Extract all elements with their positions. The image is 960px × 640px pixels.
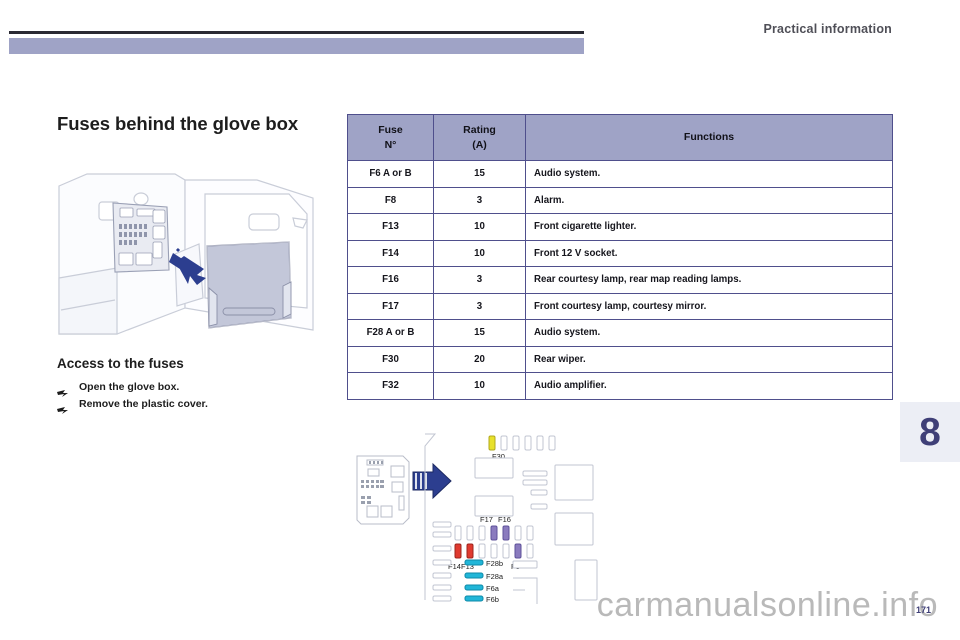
cell-fuse-number: F28 A or B	[347, 319, 434, 347]
page-title: Fuses behind the glove box	[57, 113, 299, 134]
fuse-F17	[490, 525, 498, 541]
cell-fuse-number: F32	[347, 372, 434, 400]
fuse-F28b	[464, 559, 484, 566]
table-row: F16 3 Rear courtesy lamp, rear map reading…	[347, 266, 893, 294]
table-row: F14 10 Front 12 V socket.	[347, 239, 893, 267]
table-row: F32 10 Audio amplifier.	[347, 372, 893, 400]
chapter-number: 8	[919, 410, 941, 454]
table-row: F6 A or B 15 Audio system.	[347, 160, 893, 188]
fuse-label-F6b: F6b	[486, 595, 499, 604]
cell-functions: Audio system.	[525, 319, 893, 347]
table-row: F28 A or B 15 Audio system.	[347, 319, 893, 347]
fuse-F6a	[464, 584, 484, 591]
column-header-line1: Fuse	[378, 124, 403, 137]
step-text: Open the glove box.	[79, 381, 180, 393]
cell-rating: 10	[433, 372, 526, 400]
chapter-title: Practical information	[763, 22, 892, 36]
cell-functions: Front 12 V socket.	[525, 239, 893, 267]
fuse-label-F6a: F6a	[486, 584, 500, 593]
fuse-F13	[466, 543, 474, 559]
fuse-F14	[454, 543, 462, 559]
column-header-line2: (A)	[472, 138, 487, 151]
cell-functions: Front cigarette lighter.	[525, 213, 893, 241]
glove-box-illustration	[57, 158, 318, 343]
step-text: Remove the plastic cover.	[79, 398, 208, 410]
table-header-row: Fuse N° Rating (A) Functions	[347, 114, 893, 161]
list-item: Remove the plastic cover.	[57, 398, 327, 415]
fuse-label-F28b: F28b	[486, 559, 503, 568]
cell-rating: 3	[433, 266, 526, 294]
cell-fuse-number: F17	[347, 292, 434, 320]
table-row: F13 10 Front cigarette lighter.	[347, 213, 893, 241]
column-header-rating: Rating (A)	[433, 114, 526, 161]
fuse-box-layout-diagram: F30 F17 F16 F14 F13 F28b F28a F6a F6b	[347, 428, 604, 606]
cell-rating: 3	[433, 292, 526, 320]
fuse-F28a	[464, 572, 484, 579]
header-rule	[9, 31, 584, 34]
cell-rating: 20	[433, 345, 526, 373]
cell-fuse-number: F14	[347, 239, 434, 267]
fuse-F6b	[464, 595, 484, 602]
fuse-table-head: Fuse N° Rating (A) Functions	[347, 114, 893, 161]
fuse-table: Fuse N° Rating (A) Functions F6 A or B 15…	[347, 114, 893, 400]
cell-fuse-number: F16	[347, 266, 434, 294]
table-row: F17 3 Front courtesy lamp, courtesy mirror…	[347, 292, 893, 320]
column-header-line1: Functions	[683, 131, 735, 144]
cell-fuse-number: F8	[347, 186, 434, 214]
table-row: F8 3 Alarm.	[347, 186, 893, 214]
fuse-F16	[502, 525, 510, 541]
fuse-F30	[488, 435, 496, 451]
list-item: Open the glove box.	[57, 381, 327, 398]
cell-functions: Audio amplifier.	[525, 372, 893, 400]
cell-fuse-number: F13	[347, 213, 434, 241]
cell-functions: Alarm.	[525, 186, 893, 214]
page-number: 171	[916, 605, 932, 615]
column-header-functions: Functions	[525, 114, 893, 161]
cell-fuse-number: F30	[347, 345, 434, 373]
fuse-label-F28a: F28a	[486, 572, 504, 581]
fuse-label-F16: F16	[498, 515, 511, 524]
fuse-table-body: F6 A or B 15 Audio system. F8 3 Alarm. F13 10 Fr…	[347, 160, 893, 400]
column-header-line2: N°	[384, 138, 397, 151]
cell-rating: 10	[433, 239, 526, 267]
header-band	[9, 38, 584, 54]
column-header-line1: Rating	[463, 124, 496, 137]
manual-page: Practical information Fuses behind the g…	[0, 0, 960, 640]
cell-functions: Front courtesy lamp, courtesy mirror.	[525, 292, 893, 320]
bullet-arrow-icon	[57, 385, 68, 397]
bullet-arrow-icon	[57, 402, 68, 414]
column-header-fuse-number: Fuse N°	[347, 114, 434, 161]
cell-rating: 3	[433, 186, 526, 214]
cell-rating: 10	[433, 213, 526, 241]
table-row: F30 20 Rear wiper.	[347, 345, 893, 373]
steps-list: Open the glove box. Remove the plastic c…	[57, 381, 327, 415]
chapter-tab: 8	[900, 402, 960, 462]
fuse-label-F17: F17	[480, 515, 493, 524]
cell-rating: 15	[433, 160, 526, 188]
cell-rating: 15	[433, 319, 526, 347]
fuse-F8	[514, 543, 522, 559]
cell-fuse-number: F6 A or B	[347, 160, 434, 188]
cell-functions: Rear wiper.	[525, 345, 893, 373]
subsection-title: Access to the fuses	[57, 356, 184, 371]
cell-functions: Audio system.	[525, 160, 893, 188]
cell-functions: Rear courtesy lamp, rear map reading lam…	[525, 266, 893, 294]
